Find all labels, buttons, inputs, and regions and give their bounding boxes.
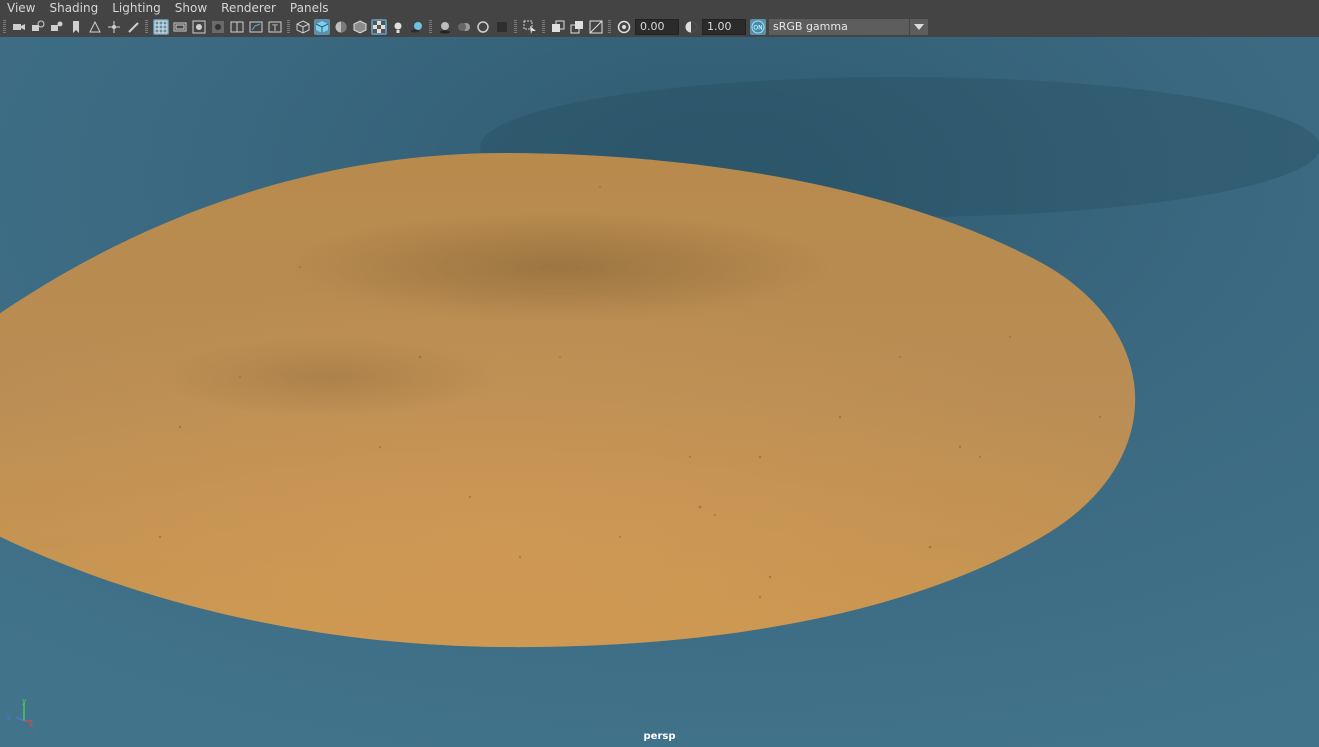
textured-icon[interactable] xyxy=(370,18,387,35)
image-plane-icon[interactable] xyxy=(87,19,103,35)
toolbar-separator xyxy=(608,19,611,34)
svg-text:T: T xyxy=(271,24,278,34)
toolbar-separator xyxy=(145,19,148,34)
exposure-field[interactable]: 0.00 xyxy=(635,18,679,35)
select-camera-icon[interactable] xyxy=(11,19,27,35)
shadows-icon[interactable] xyxy=(409,19,425,35)
toolbar-separator xyxy=(542,19,545,34)
bookmark-icon[interactable] xyxy=(68,19,84,35)
axis-gizmo: y x z xyxy=(7,697,33,727)
toolbar-separator xyxy=(3,19,6,34)
color-space-value: sRGB gamma xyxy=(769,18,909,35)
svg-text:ON: ON xyxy=(753,24,762,31)
gate-mask-icon[interactable] xyxy=(210,19,226,35)
depth-of-field-icon[interactable] xyxy=(494,19,510,35)
camera-bookmark-icon[interactable] xyxy=(49,19,65,35)
menu-show[interactable]: Show xyxy=(168,0,214,16)
grid-icon[interactable] xyxy=(152,18,169,35)
chevron-down-icon[interactable] xyxy=(909,18,928,35)
gamma-icon[interactable] xyxy=(683,19,699,35)
axis-y-label: y xyxy=(22,697,26,705)
wireframe-icon[interactable] xyxy=(295,19,311,35)
xray-components-icon[interactable] xyxy=(588,19,604,35)
menu-view[interactable]: View xyxy=(0,0,42,16)
lights-icon[interactable] xyxy=(390,19,406,35)
viewport-scene xyxy=(0,37,1319,747)
menu-panels[interactable]: Panels xyxy=(283,0,336,16)
motion-blur-icon[interactable] xyxy=(456,19,472,35)
safe-title-icon[interactable]: T xyxy=(267,19,283,35)
panel-menubar: View Shading Lighting Show Renderer Pane… xyxy=(0,0,1319,16)
isolate-select-icon[interactable] xyxy=(522,19,538,35)
2d-pan-zoom-icon[interactable] xyxy=(106,19,122,35)
field-chart-icon[interactable] xyxy=(229,19,245,35)
camera-name-label: persp xyxy=(643,731,676,742)
view-transform-toggle-icon[interactable]: ON xyxy=(749,18,766,35)
toolbar-separator xyxy=(514,19,517,34)
viewport-persp[interactable]: y x z persp xyxy=(0,37,1319,747)
screen-space-ao-icon[interactable] xyxy=(437,19,453,35)
toolbar-separator xyxy=(429,19,432,34)
exposure-icon[interactable] xyxy=(616,19,632,35)
menu-renderer[interactable]: Renderer xyxy=(214,0,283,16)
wireframe-on-shaded-icon[interactable] xyxy=(352,19,368,35)
menu-lighting[interactable]: Lighting xyxy=(105,0,168,16)
color-space-select[interactable]: sRGB gamma xyxy=(769,18,928,35)
xray-icon[interactable] xyxy=(550,19,566,35)
film-gate-icon[interactable] xyxy=(172,19,188,35)
gamma-field[interactable]: 1.00 xyxy=(702,18,746,35)
resolution-gate-icon[interactable] xyxy=(191,19,207,35)
toolbar-separator xyxy=(287,19,290,34)
anti-aliasing-icon[interactable] xyxy=(475,19,491,35)
default-material-icon[interactable] xyxy=(333,19,349,35)
safe-action-icon[interactable] xyxy=(248,19,264,35)
menu-shading[interactable]: Shading xyxy=(42,0,105,16)
axis-x-label: x xyxy=(29,721,33,727)
xray-joints-icon[interactable] xyxy=(569,19,585,35)
grease-pencil-icon[interactable] xyxy=(125,19,141,35)
smooth-shade-icon[interactable] xyxy=(313,18,330,35)
panel-toolbar: T 0.00 1.00 ON sRGB gamma xyxy=(0,16,1319,38)
camera-attributes-icon[interactable] xyxy=(30,19,46,35)
axis-z-label: z xyxy=(7,714,11,722)
